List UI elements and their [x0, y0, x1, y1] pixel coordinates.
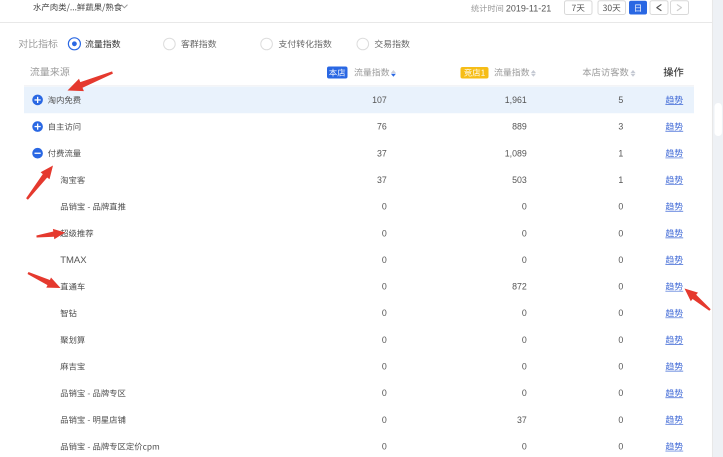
svg-text:5: 5	[618, 95, 623, 105]
svg-text:0: 0	[382, 202, 387, 212]
svg-text:0: 0	[382, 388, 387, 398]
svg-text:872: 872	[512, 282, 527, 292]
svg-text:0: 0	[618, 415, 623, 425]
svg-text:0: 0	[382, 228, 387, 238]
svg-text:0: 0	[382, 282, 387, 292]
svg-text:0: 0	[382, 255, 387, 265]
svg-text:0: 0	[382, 415, 387, 425]
svg-text:0: 0	[382, 362, 387, 372]
svg-text:0: 0	[522, 308, 527, 318]
svg-text:503: 503	[512, 175, 527, 185]
svg-text:0: 0	[522, 228, 527, 238]
svg-text:0: 0	[522, 202, 527, 212]
svg-text:889: 889	[512, 122, 527, 132]
svg-text:1,961: 1,961	[505, 95, 527, 105]
svg-text:2019-11-21: 2019-11-21	[506, 3, 551, 13]
svg-text:37: 37	[517, 415, 527, 425]
svg-text:0: 0	[618, 255, 623, 265]
svg-text:1: 1	[618, 175, 623, 185]
svg-text:37: 37	[377, 148, 387, 158]
svg-text:37: 37	[377, 175, 387, 185]
svg-text:0: 0	[618, 282, 623, 292]
svg-text:0: 0	[382, 441, 387, 451]
svg-text:0: 0	[382, 308, 387, 318]
svg-text:0: 0	[618, 308, 623, 318]
svg-text:0: 0	[618, 228, 623, 238]
svg-text:0: 0	[618, 335, 623, 345]
svg-text:0: 0	[522, 388, 527, 398]
svg-text:0: 0	[618, 388, 623, 398]
svg-text:107: 107	[372, 95, 387, 105]
svg-text:0: 0	[522, 441, 527, 451]
svg-text:1: 1	[618, 148, 623, 158]
svg-text:0: 0	[382, 335, 387, 345]
svg-text:76: 76	[377, 122, 387, 132]
svg-text:TMAX: TMAX	[60, 255, 87, 266]
svg-text:3: 3	[618, 122, 623, 132]
svg-text:0: 0	[522, 362, 527, 372]
svg-text:0: 0	[522, 255, 527, 265]
svg-text:0: 0	[618, 362, 623, 372]
svg-text:0: 0	[522, 335, 527, 345]
svg-text:1,089: 1,089	[505, 148, 527, 158]
svg-text:0: 0	[618, 441, 623, 451]
svg-text:0: 0	[618, 202, 623, 212]
